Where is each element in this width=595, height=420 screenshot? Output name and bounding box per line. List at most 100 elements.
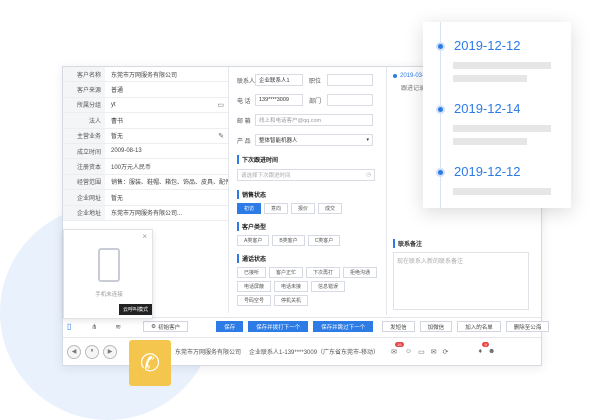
call-status-option[interactable]: 电话未接: [274, 281, 309, 292]
field-value[interactable]: yt ▭: [105, 98, 228, 112]
user-icon[interactable]: ☻: [488, 348, 495, 355]
contact-title-input[interactable]: [327, 74, 373, 86]
customer-field-row: 注册资本 100万元人民币: [63, 159, 228, 175]
call-status-option[interactable]: 已接听: [237, 267, 267, 278]
customer-field-row: 所属分组 yt ▭: [63, 97, 228, 114]
network-icon[interactable]: ⋔: [91, 323, 97, 331]
close-icon[interactable]: ×: [142, 232, 147, 241]
field-label: 法人: [63, 113, 105, 128]
placeholder-line: [453, 188, 551, 195]
customer-type-option[interactable]: C类客户: [307, 235, 341, 246]
customer-type-title: 客户类型: [237, 222, 381, 231]
timeline-card: 2019-12-12 2019-12-14 2019-12-12: [423, 22, 571, 208]
call-status-option[interactable]: 号码空号: [237, 295, 272, 306]
message-icon[interactable]: ✉ 19: [391, 341, 404, 356]
clock-icon: ◷: [366, 172, 371, 178]
field-value[interactable]: 销售：服装、鞋帽、箱包、饰品、皮具、配件、...: [105, 175, 228, 189]
call-status-group: 已接听 客户正忙 下次再打 拒绝沟通电话屏蔽 电话未接 信息错误号码空号 停机关机: [237, 267, 379, 306]
blacklist-button[interactable]: 加入的名单: [457, 321, 501, 332]
field-value[interactable]: 暂无: [105, 190, 228, 204]
field-value-text: 东莞市万网服务有限公司...: [111, 211, 183, 218]
product-select[interactable]: 整体智能机器人 ▾: [255, 134, 373, 146]
customer-type-option[interactable]: A类客户: [237, 235, 270, 246]
mode-tooltip: 云呼叫模式: [119, 304, 153, 315]
notes-textarea[interactable]: 现在联系入新的联系备注: [393, 252, 529, 310]
timeline-date: 2019-12-14: [454, 101, 521, 116]
timeline-dot: [436, 168, 445, 177]
field-value-text: 曹书: [111, 118, 124, 125]
call-status-option[interactable]: 电话屏蔽: [237, 281, 272, 292]
field-label: 成立时间: [63, 143, 105, 159]
field-value[interactable]: 2009-08-13: [105, 144, 228, 158]
action-bar: ▯ ⋔ ≋ ⚙ 初始客户 保存 保存并拨打下一个 保存并跳过下一个 发短信 加微…: [63, 317, 550, 335]
field-value[interactable]: 曹书: [105, 113, 228, 127]
call-contact: 企业联系人1-139****3009（广东省东莞市-移动）: [249, 350, 380, 356]
move-to-pool-button[interactable]: 删除至公海: [505, 321, 550, 332]
field-label: 主营业务: [63, 128, 105, 143]
field-value-text: 普通: [111, 88, 124, 95]
customer-field-row: 客户来源 普通: [63, 82, 228, 98]
save-and-skip-next-button[interactable]: 保存并跳过下一个: [313, 321, 374, 332]
contact-email-input[interactable]: 线上和电话客户@qq.com: [255, 114, 373, 126]
folder-icon[interactable]: ▭: [217, 101, 224, 109]
field-value[interactable]: 东莞市万网服务有限公司...: [105, 206, 228, 220]
gear-icon: ⚙: [151, 323, 157, 330]
waveform-icon[interactable]: ≋: [115, 323, 121, 331]
back-icon[interactable]: ◀: [67, 344, 81, 359]
bell-icon[interactable]: ♦ 9: [478, 342, 489, 355]
field-value[interactable]: 暂无 ✎: [105, 129, 228, 143]
field-value[interactable]: 东莞市万网服务有限公司: [105, 67, 228, 81]
save-button[interactable]: 保存: [216, 321, 244, 332]
sales-status-option[interactable]: 初访: [237, 203, 262, 214]
sales-status-group: 初访 意向 报价 成交: [237, 203, 379, 214]
wechat-icon[interactable]: ☺: [405, 348, 412, 355]
forward-icon[interactable]: ▶: [103, 344, 117, 359]
next-followup-placeholder: 请选择下次跟进时间: [241, 173, 291, 179]
mail-icon[interactable]: ✉: [431, 348, 437, 356]
customer-type-option[interactable]: B类客户: [272, 235, 305, 246]
call-status-option[interactable]: 信息错误: [311, 281, 346, 292]
customer-field-row: 企业地址 东莞市万网服务有限公司...: [63, 205, 228, 221]
sales-status-option[interactable]: 报价: [291, 203, 316, 214]
field-value-text: 东莞市万网服务有限公司: [111, 72, 178, 79]
field-value-text: 2009-08-13: [111, 148, 142, 155]
timeline-date: 2019-12-12: [454, 164, 521, 179]
field-label: 经营范围: [63, 174, 105, 190]
field-value[interactable]: 普通: [105, 82, 228, 96]
initial-customer-button[interactable]: ⚙ 初始客户: [143, 321, 189, 332]
contact-product-label: 产 品: [237, 138, 251, 145]
call-status-option[interactable]: 拒绝沟通: [343, 267, 378, 278]
notes-title: 联系备注: [393, 239, 422, 248]
field-value-text: 销售：服装、鞋帽、箱包、饰品、皮具、配件、...: [111, 180, 228, 187]
initial-customer-label: 初始客户: [158, 324, 181, 331]
sales-status-option[interactable]: 成交: [318, 203, 343, 214]
phone-call-icon: ✆: [129, 340, 171, 386]
contact-phone-input[interactable]: 139****3009: [255, 94, 303, 106]
folder-icon[interactable]: ▭: [418, 348, 425, 356]
send-sms-button[interactable]: 发短信: [382, 321, 415, 332]
field-label: 企业网址: [63, 190, 105, 205]
contact-dept-input[interactable]: [327, 94, 373, 106]
field-value[interactable]: 100万元人民币: [105, 159, 228, 173]
customer-type-group: A类客户 B类客户 C类客户: [237, 235, 379, 246]
next-followup-input[interactable]: 请选择下次跟进时间 ◷: [237, 169, 375, 181]
smartphone-icon: [98, 248, 120, 282]
timeline-dot: [436, 42, 445, 51]
sales-status-option[interactable]: 意向: [264, 203, 289, 214]
timeline-dot: [436, 105, 445, 114]
call-status-option[interactable]: 客户正忙: [269, 267, 304, 278]
call-status-option[interactable]: 下次再打: [306, 267, 341, 278]
phone-device-icon[interactable]: ▯: [67, 322, 71, 331]
phone-status: 手机未连接: [95, 292, 123, 298]
pencil-icon[interactable]: ✎: [218, 132, 224, 140]
contact-name-input[interactable]: 企业联系人1: [255, 74, 303, 86]
placeholder-line: [453, 75, 527, 82]
customer-field-row: 主营业务 暂无 ✎: [63, 128, 228, 144]
contact-title-label: 职位: [309, 78, 322, 85]
customer-field-row: 企业网址 暂无: [63, 190, 228, 206]
add-friend-button[interactable]: 加微信: [419, 321, 453, 332]
refresh-icon[interactable]: ⟳: [443, 348, 449, 356]
call-status-option[interactable]: 停机关机: [274, 295, 309, 306]
save-and-call-next-button[interactable]: 保存并拨打下一个: [248, 321, 309, 332]
pause-icon[interactable]: ⏸: [85, 344, 99, 359]
